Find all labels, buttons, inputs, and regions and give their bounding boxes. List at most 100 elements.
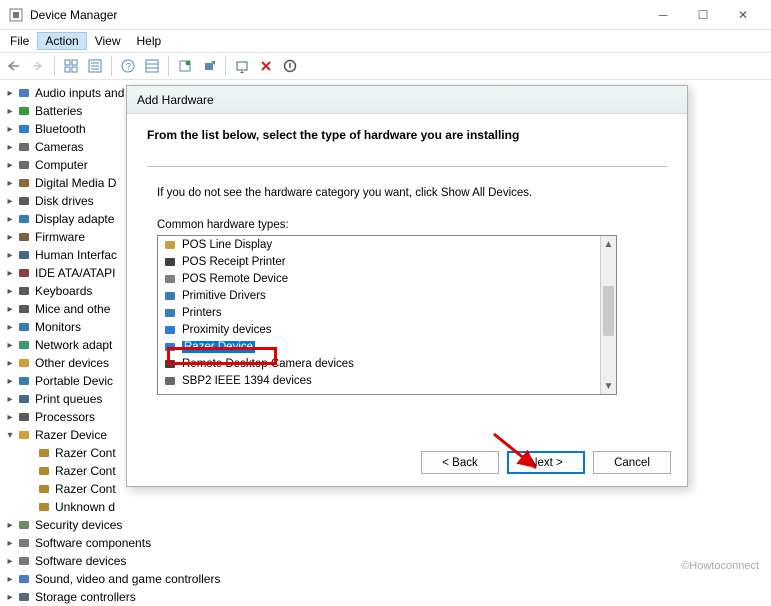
back-icon[interactable] (4, 56, 24, 76)
tree-node[interactable]: ▸Storage controllers (4, 588, 244, 606)
caret-icon[interactable]: ▸ (4, 340, 16, 351)
tree-node[interactable]: ▸ Security devices (4, 516, 244, 534)
device-icon (16, 301, 32, 317)
scrollbar[interactable]: ▲ ▼ (600, 236, 616, 394)
menu-file[interactable]: File (2, 32, 37, 50)
hw-icon (162, 238, 178, 252)
list-item-label: SBP2 IEEE 1394 devices (182, 375, 312, 387)
maximize-button[interactable]: ☐ (683, 1, 723, 29)
list-item[interactable]: SBP2 IEEE 1394 devices (158, 372, 616, 389)
menu-help[interactable]: Help (129, 32, 170, 50)
toolbar: ? (0, 52, 771, 80)
hw-icon (162, 272, 178, 286)
caret-icon[interactable]: ▸ (4, 196, 16, 207)
uninstall-icon[interactable] (256, 56, 276, 76)
list-item[interactable]: Primitive Drivers (158, 287, 616, 304)
caret-icon[interactable]: ▸ (4, 574, 16, 585)
tree-label: Other devices (35, 356, 109, 370)
disable-icon[interactable] (280, 56, 300, 76)
device-icon (16, 337, 32, 353)
caret-icon[interactable]: ▸ (4, 412, 16, 423)
grid-icon[interactable] (61, 56, 81, 76)
list-item-label: Proximity devices (182, 324, 271, 336)
caret-icon[interactable]: ▸ (4, 232, 16, 243)
device-icon (36, 481, 52, 497)
caret-icon[interactable]: ▸ (4, 394, 16, 405)
list-item[interactable]: POS Remote Device (158, 270, 616, 287)
caret-icon[interactable]: ▸ (4, 376, 16, 387)
properties-icon[interactable] (85, 56, 105, 76)
list-item[interactable]: POS Line Display (158, 236, 616, 253)
cancel-button[interactable]: Cancel (593, 451, 671, 474)
device-icon (16, 85, 32, 101)
menu-view[interactable]: View (87, 32, 129, 50)
forward-icon[interactable] (28, 56, 48, 76)
device-icon (16, 427, 32, 443)
caret-icon[interactable]: ▾ (4, 430, 16, 441)
caret-icon[interactable]: ▸ (4, 286, 16, 297)
tree-node-child[interactable]: Unknown d (4, 498, 244, 516)
device-icon (36, 499, 52, 515)
tree-label: Razer Cont (55, 446, 116, 460)
app-icon (8, 7, 24, 23)
caret-icon[interactable]: ▸ (4, 88, 16, 99)
tree-label: Software components (35, 536, 151, 550)
caret-icon[interactable]: ▸ (4, 142, 16, 153)
menu-action[interactable]: Action (37, 32, 86, 50)
scroll-thumb[interactable] (603, 286, 614, 336)
list-item[interactable]: POS Receipt Printer (158, 253, 616, 270)
scroll-up-icon[interactable]: ▲ (601, 236, 616, 252)
tree-label: Print queues (35, 392, 102, 406)
tree-label: Keyboards (35, 284, 92, 298)
help-icon[interactable]: ? (118, 56, 138, 76)
caret-icon[interactable]: ▸ (4, 106, 16, 117)
device-icon (16, 229, 32, 245)
caret-icon[interactable]: ▸ (4, 214, 16, 225)
add-hw-icon[interactable] (199, 56, 219, 76)
device-icon (16, 355, 32, 371)
list-item[interactable]: Proximity devices (158, 321, 616, 338)
hw-icon (162, 323, 178, 337)
update-icon[interactable] (232, 56, 252, 76)
device-icon (16, 571, 32, 587)
list-item[interactable]: Printers (158, 304, 616, 321)
device-icon (16, 373, 32, 389)
tree-label: Firmware (35, 230, 85, 244)
caret-icon[interactable]: ▸ (4, 160, 16, 171)
tree-node[interactable]: ▸Sound, video and game controllers (4, 570, 244, 588)
scroll-down-icon[interactable]: ▼ (601, 378, 616, 394)
caret-icon[interactable]: ▸ (4, 124, 16, 135)
tree-node[interactable]: ▸ Software components (4, 534, 244, 552)
scan-icon[interactable] (175, 56, 195, 76)
device-icon (16, 157, 32, 173)
caret-icon[interactable]: ▸ (4, 538, 16, 549)
dialog-heading: From the list below, select the type of … (147, 128, 667, 142)
device-icon (16, 589, 32, 605)
caret-icon[interactable]: ▸ (4, 358, 16, 369)
tree-label: Bluetooth (35, 122, 86, 136)
close-button[interactable]: ✕ (723, 1, 763, 29)
tree-label: Network adapt (35, 338, 112, 352)
tree-label: Security devices (35, 518, 122, 532)
caret-icon[interactable]: ▸ (4, 178, 16, 189)
list-item-label: Printers (182, 307, 222, 319)
next-button[interactable]: Next > (507, 451, 585, 474)
caret-icon[interactable]: ▸ (4, 268, 16, 279)
caret-icon[interactable]: ▸ (4, 250, 16, 261)
list-icon[interactable] (142, 56, 162, 76)
caret-icon[interactable]: ▸ (4, 556, 16, 567)
device-icon (16, 391, 32, 407)
tree-label: Monitors (35, 320, 81, 334)
caret-icon[interactable]: ▸ (4, 304, 16, 315)
tree-label: Mice and othe (35, 302, 110, 316)
caret-icon[interactable]: ▸ (4, 322, 16, 333)
device-icon (16, 409, 32, 425)
caret-icon[interactable]: ▸ (4, 592, 16, 603)
minimize-button[interactable]: ─ (643, 1, 683, 29)
device-icon (16, 265, 32, 281)
dialog-hint: If you do not see the hardware category … (157, 187, 667, 199)
hardware-list[interactable]: POS Line DisplayPOS Receipt PrinterPOS R… (157, 235, 617, 395)
back-button[interactable]: < Back (421, 451, 499, 474)
tree-node[interactable]: ▸Software devices (4, 552, 244, 570)
caret-icon[interactable]: ▸ (4, 520, 16, 531)
